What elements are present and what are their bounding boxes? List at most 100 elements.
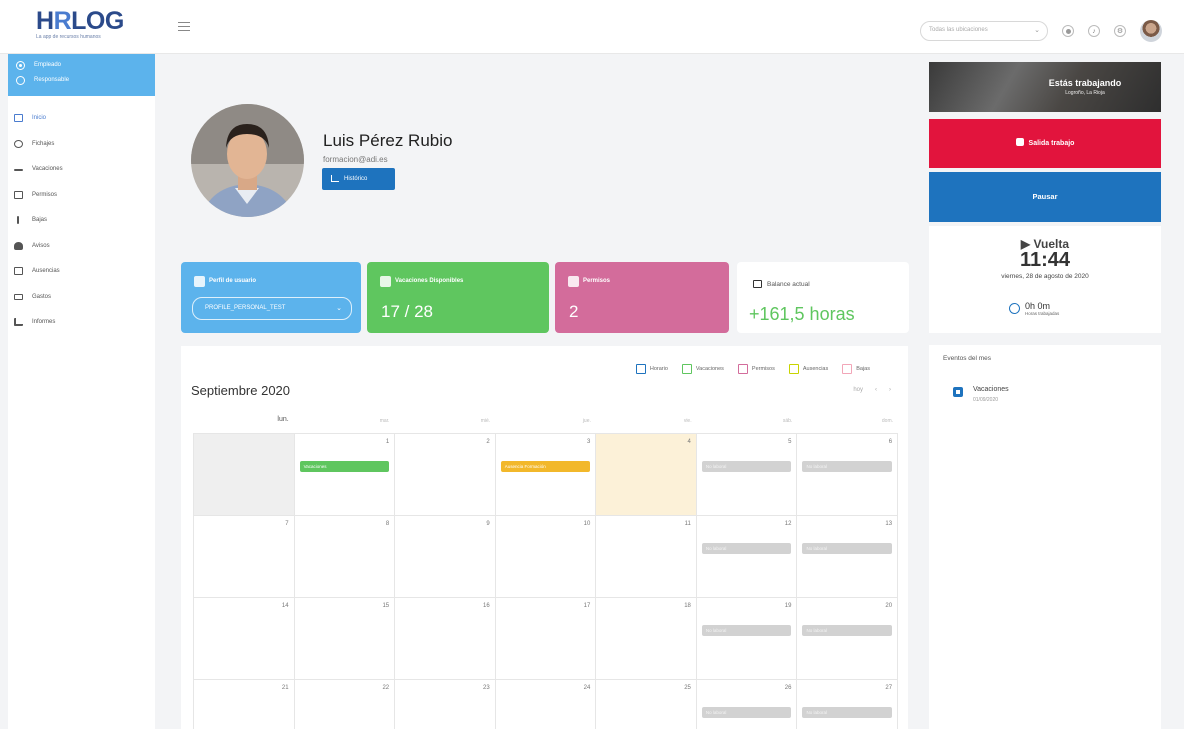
permits-card-title: Permisos [583,278,611,284]
calendar-day[interactable]: 9 [394,516,495,597]
permits-card[interactable]: Permisos 2 [555,262,729,333]
profile-select[interactable]: PROFILE_PERSONAL_TEST ⌄ [192,297,352,320]
radio-icon[interactable] [16,76,25,85]
calendar-title: Septiembre 2020 [191,383,291,398]
sidebar-item-permisos[interactable]: Permisos [8,183,155,209]
pause-button[interactable]: Pausar [929,172,1161,222]
legend-item[interactable]: Permisos [737,364,775,374]
calendar-day[interactable]: 2 [394,434,495,515]
calendar-day[interactable]: 13 No laboral [796,516,899,597]
sidebar-item-bajas[interactable]: Bajas [8,208,155,234]
calendar-day[interactable]: 10 [494,516,596,597]
location-select[interactable]: Todas las ubicaciones ⌄ [920,21,1048,41]
calendar-day[interactable]: 21 [193,680,294,729]
sidebar-item-avisos[interactable]: Avisos [8,234,155,260]
sidebar-item-ausencias[interactable]: Ausencias [8,259,155,285]
calendar-day[interactable]: 22 [293,680,395,729]
calendar-day[interactable] [193,434,294,515]
calendar-day[interactable]: 5 No laboral [695,434,797,515]
calendar-day[interactable]: 17 [494,598,596,679]
legend-item[interactable]: Bajas [842,364,870,374]
bell-icon[interactable]: ♪ [1088,25,1100,37]
calendar-day[interactable]: 27 No laboral [796,680,899,729]
weekday-label: mié. [480,418,491,424]
today-button[interactable]: hoy [853,387,863,393]
sidebar-item-inicio[interactable]: Inicio [8,106,155,132]
calendar-event[interactable]: No laboral [802,461,893,472]
settings-icon[interactable]: ⚙ [1114,25,1126,37]
target-icon[interactable] [1062,25,1074,37]
weekday-label: vie. [683,418,692,424]
calendar-day[interactable]: 26 No laboral [695,680,797,729]
legend-item[interactable]: Horario [635,364,668,374]
legend-item[interactable]: Ausencias [788,364,828,374]
calendar-event[interactable]: No laboral [701,461,792,472]
calendar-day[interactable]: 3 Ausencia Formación [494,434,596,515]
role-option-employee[interactable]: Empleado [16,60,145,75]
calendar-day[interactable]: 14 [193,598,294,679]
event-item[interactable]: Vacaciones 01/09/2020 [953,386,1009,403]
checkbox-icon[interactable] [737,364,748,374]
legend-item[interactable]: Vacaciones [681,364,724,374]
calendar-event[interactable]: No laboral [701,625,792,636]
calendar-icon [568,276,579,287]
checkbox-icon[interactable] [842,364,853,374]
vacations-card[interactable]: Vacaciones Disponibles 17 / 28 [367,262,549,333]
sidebar-item-gastos[interactable]: Gastos [8,285,155,311]
plane-icon [380,276,391,287]
day-number: 1 [385,439,390,445]
day-number: 19 [784,603,792,609]
calendar-day[interactable]: 25 [595,680,696,729]
calendar-event[interactable]: No laboral [701,543,792,554]
calendar-event[interactable]: No laboral [701,707,792,718]
calendar-day[interactable]: 16 [394,598,495,679]
history-button[interactable]: Histórico [322,168,395,190]
calendar-event[interactable]: Ausencia Formación [500,461,591,472]
calendar-event[interactable]: No laboral [802,543,893,554]
events-title: Eventos del mes [943,355,992,362]
sidebar-item-fichajes[interactable]: Fichajes [8,132,155,158]
menu-toggle-icon[interactable] [178,22,190,31]
day-number: 2 [486,439,490,445]
calendar-day[interactable]: 24 [494,680,596,729]
calendar-event[interactable]: Vacaciones [299,461,390,472]
checkbox-icon[interactable] [635,364,646,374]
calendar-day[interactable]: 18 [595,598,696,679]
chart-icon [14,318,23,326]
calendar-day[interactable]: 11 [595,516,696,597]
profile-name: Luis Pérez Rubio [323,131,453,150]
sidebar-item-vacaciones[interactable]: Vacaciones [8,157,155,183]
weekday-label: sáb. [782,418,793,424]
month-events-panel: Eventos del mes Vacaciones 01/09/2020 [929,345,1161,729]
calendar-day[interactable]: 23 [394,680,495,729]
calendar-day[interactable]: 12 No laboral [695,516,797,597]
chevron-down-icon: ⌄ [1034,27,1040,34]
calendar-day[interactable]: 20 No laboral [796,598,899,679]
calendar-day[interactable]: 1 Vacaciones [293,434,395,515]
sidebar-item-informes[interactable]: Informes [8,310,155,336]
next-month-button[interactable]: › [889,387,891,393]
checkbox-icon[interactable] [788,364,799,374]
day-number: 13 [885,521,893,527]
calendar-day[interactable]: 8 [293,516,395,597]
user-avatar[interactable] [1140,20,1162,42]
role-option-manager[interactable]: Responsable [16,75,145,90]
top-bar: HRLOG La app de recursos humanos Todas l… [0,0,1184,54]
clock-out-button[interactable]: Salida trabajo [929,119,1161,168]
checkbox-icon[interactable] [681,364,692,374]
radio-selected-icon[interactable] [16,61,25,70]
calendar-day[interactable]: 6 No laboral [796,434,899,515]
calendar-event[interactable]: No laboral [802,707,893,718]
calendar-day[interactable]: 4 [595,434,696,515]
calendar-day[interactable]: 19 No laboral [695,598,797,679]
calendar-week: 14 15 16 17 18 19 No laboral 20 No laboral [193,597,899,679]
calendar-event[interactable]: No laboral [802,625,893,636]
day-number: 10 [583,521,591,527]
day-number: 8 [385,521,390,527]
app-logo[interactable]: HRLOG La app de recursos humanos [36,8,146,40]
prev-month-button[interactable]: ‹ [875,387,877,393]
calendar-day[interactable]: 7 [193,516,294,597]
calendar-nav: hoy ‹ › [853,387,891,393]
calendar-day[interactable]: 15 [293,598,395,679]
day-number: 12 [784,521,792,527]
